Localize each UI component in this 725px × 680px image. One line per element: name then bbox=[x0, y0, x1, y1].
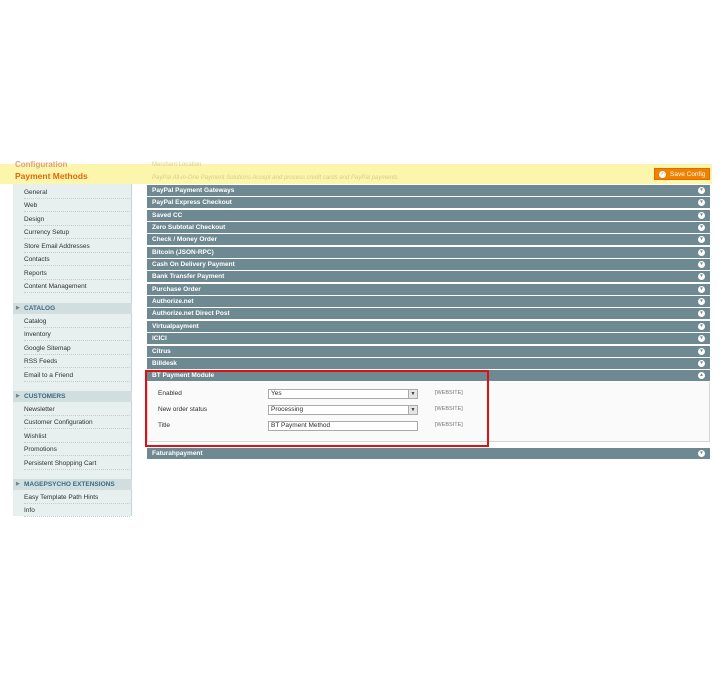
expand-icon[interactable]: ▾ bbox=[698, 360, 705, 367]
sidebar-item-wishlist[interactable]: Wishlist bbox=[24, 430, 130, 443]
header-band bbox=[0, 164, 712, 184]
section-icici[interactable]: ICICI ▾ bbox=[147, 333, 710, 344]
section-authorize-net[interactable]: Authorize.net ▾ bbox=[147, 296, 710, 307]
sidebar-item-contacts[interactable]: Contacts bbox=[24, 253, 130, 266]
page-title: Payment Methods bbox=[15, 171, 88, 181]
section-title: Faturahpayment bbox=[152, 450, 203, 457]
section-title: PayPal Payment Gateways bbox=[152, 187, 235, 194]
section-check-money-order[interactable]: Check / Money Order ▾ bbox=[147, 234, 710, 245]
section-title: Virtualpayment bbox=[152, 323, 199, 330]
save-config-button[interactable]: ✓ Save Config bbox=[654, 168, 710, 180]
save-config-label: Save Config bbox=[670, 170, 706, 178]
sidebar-item-template-path-hints[interactable]: Easy Template Path Hints bbox=[24, 491, 130, 504]
triangle-right-icon: ▶ bbox=[16, 305, 20, 311]
expand-icon[interactable]: ▾ bbox=[698, 212, 705, 219]
band-text-2: PayPal All-in-One Payment Solutions Acce… bbox=[152, 175, 398, 181]
sidebar-item-general[interactable]: General bbox=[24, 186, 130, 199]
sidebar-item-persistent-cart[interactable]: Persistent Shopping Cart bbox=[24, 457, 130, 470]
sidebar-item-design[interactable]: Design bbox=[24, 213, 130, 226]
highlight-box bbox=[145, 370, 489, 447]
section-title: Citrus bbox=[152, 348, 171, 355]
expand-icon[interactable]: ▾ bbox=[698, 310, 705, 317]
sidebar-item-currency-setup[interactable]: Currency Setup bbox=[24, 226, 130, 239]
section-title: Bank Transfer Payment bbox=[152, 273, 225, 280]
expand-icon[interactable]: ▾ bbox=[698, 348, 705, 355]
sidebar-item-web[interactable]: Web bbox=[24, 199, 130, 212]
section-virtualpayment[interactable]: Virtualpayment ▾ bbox=[147, 321, 710, 332]
sidebar-header-catalog: ▶ CATALOG bbox=[13, 303, 132, 314]
sidebar-item-email-friend[interactable]: Email to a Friend bbox=[24, 369, 130, 382]
section-title: Authorize.net bbox=[152, 298, 194, 305]
triangle-right-icon: ▶ bbox=[16, 481, 20, 487]
sidebar-item-content-management[interactable]: Content Management bbox=[24, 280, 130, 293]
sidebar-item-store-email[interactable]: Store Email Addresses bbox=[24, 240, 130, 253]
sidebar-header-label: CUSTOMERS bbox=[24, 393, 66, 400]
section-paypal-gateways[interactable]: PayPal Payment Gateways ▾ bbox=[147, 185, 710, 196]
sidebar-header-label: CATALOG bbox=[24, 305, 56, 312]
section-paypal-express[interactable]: PayPal Express Checkout ▾ bbox=[147, 197, 710, 208]
band-text-1: Merchant Location bbox=[152, 162, 202, 168]
section-cash-on-delivery[interactable]: Cash On Delivery Payment ▾ bbox=[147, 259, 710, 270]
section-billdesk[interactable]: Billdesk ▾ bbox=[147, 358, 710, 369]
sidebar-item-catalog[interactable]: Catalog bbox=[24, 315, 130, 328]
sidebar-item-customer-configuration[interactable]: Customer Configuration bbox=[24, 416, 130, 429]
section-title: Purchase Order bbox=[152, 286, 201, 293]
expand-icon[interactable]: ▾ bbox=[698, 273, 705, 280]
section-title: Authorize.net Direct Post bbox=[152, 310, 230, 317]
section-title: Check / Money Order bbox=[152, 236, 218, 243]
sidebar-item-google-sitemap[interactable]: Google Sitemap bbox=[24, 342, 130, 355]
sidebar-item-newsletter[interactable]: Newsletter bbox=[24, 403, 130, 416]
section-purchase-order[interactable]: Purchase Order ▾ bbox=[147, 284, 710, 295]
sidebar-header-magepsycho: ▶ MAGEPSYCHO EXTENSIONS bbox=[13, 479, 132, 490]
expand-icon[interactable]: ▾ bbox=[698, 298, 705, 305]
expand-icon[interactable]: ▾ bbox=[698, 199, 705, 206]
section-bitcoin[interactable]: Bitcoin (JSON-RPC) ▾ bbox=[147, 247, 710, 258]
expand-icon[interactable]: ▾ bbox=[698, 249, 705, 256]
section-zero-subtotal[interactable]: Zero Subtotal Checkout ▾ bbox=[147, 222, 710, 233]
sidebar-item-rss-feeds[interactable]: RSS Feeds bbox=[24, 355, 130, 368]
section-faturahpayment[interactable]: Faturahpayment ▾ bbox=[147, 448, 710, 459]
expand-icon[interactable]: ▾ bbox=[698, 187, 705, 194]
section-title: Zero Subtotal Checkout bbox=[152, 224, 226, 231]
sidebar-item-promotions[interactable]: Promotions bbox=[24, 443, 130, 456]
expand-icon[interactable]: ▾ bbox=[698, 224, 705, 231]
triangle-right-icon: ▶ bbox=[16, 393, 20, 399]
sidebar-header-label: MAGEPSYCHO EXTENSIONS bbox=[24, 481, 115, 488]
section-title: PayPal Express Checkout bbox=[152, 199, 232, 206]
section-title: Cash On Delivery Payment bbox=[152, 261, 235, 268]
section-saved-cc[interactable]: Saved CC ▾ bbox=[147, 210, 710, 221]
section-label: Configuration bbox=[15, 160, 68, 169]
sidebar: General Web Design Currency Setup Store … bbox=[13, 184, 132, 517]
section-bank-transfer[interactable]: Bank Transfer Payment ▾ bbox=[147, 271, 710, 282]
sidebar-header-customers: ▶ CUSTOMERS bbox=[13, 391, 132, 402]
expand-icon[interactable]: ▾ bbox=[698, 323, 705, 330]
expand-icon[interactable]: ▾ bbox=[698, 450, 705, 457]
expand-icon[interactable]: ▾ bbox=[698, 286, 705, 293]
check-icon: ✓ bbox=[659, 170, 666, 178]
section-title: Saved CC bbox=[152, 212, 183, 219]
section-title: Bitcoin (JSON-RPC) bbox=[152, 249, 214, 256]
sidebar-item-info[interactable]: Info bbox=[24, 504, 130, 517]
expand-icon[interactable]: ▾ bbox=[698, 335, 705, 342]
section-title: ICICI bbox=[152, 335, 167, 342]
collapse-icon[interactable]: ▴ bbox=[698, 372, 705, 379]
section-title: Billdesk bbox=[152, 360, 177, 367]
section-citrus[interactable]: Citrus ▾ bbox=[147, 346, 710, 357]
section-authorize-net-direct-post[interactable]: Authorize.net Direct Post ▾ bbox=[147, 308, 710, 319]
expand-icon[interactable]: ▾ bbox=[698, 261, 705, 268]
expand-icon[interactable]: ▾ bbox=[698, 236, 705, 243]
sidebar-item-reports[interactable]: Reports bbox=[24, 267, 130, 280]
sidebar-item-inventory[interactable]: Inventory bbox=[24, 328, 130, 341]
